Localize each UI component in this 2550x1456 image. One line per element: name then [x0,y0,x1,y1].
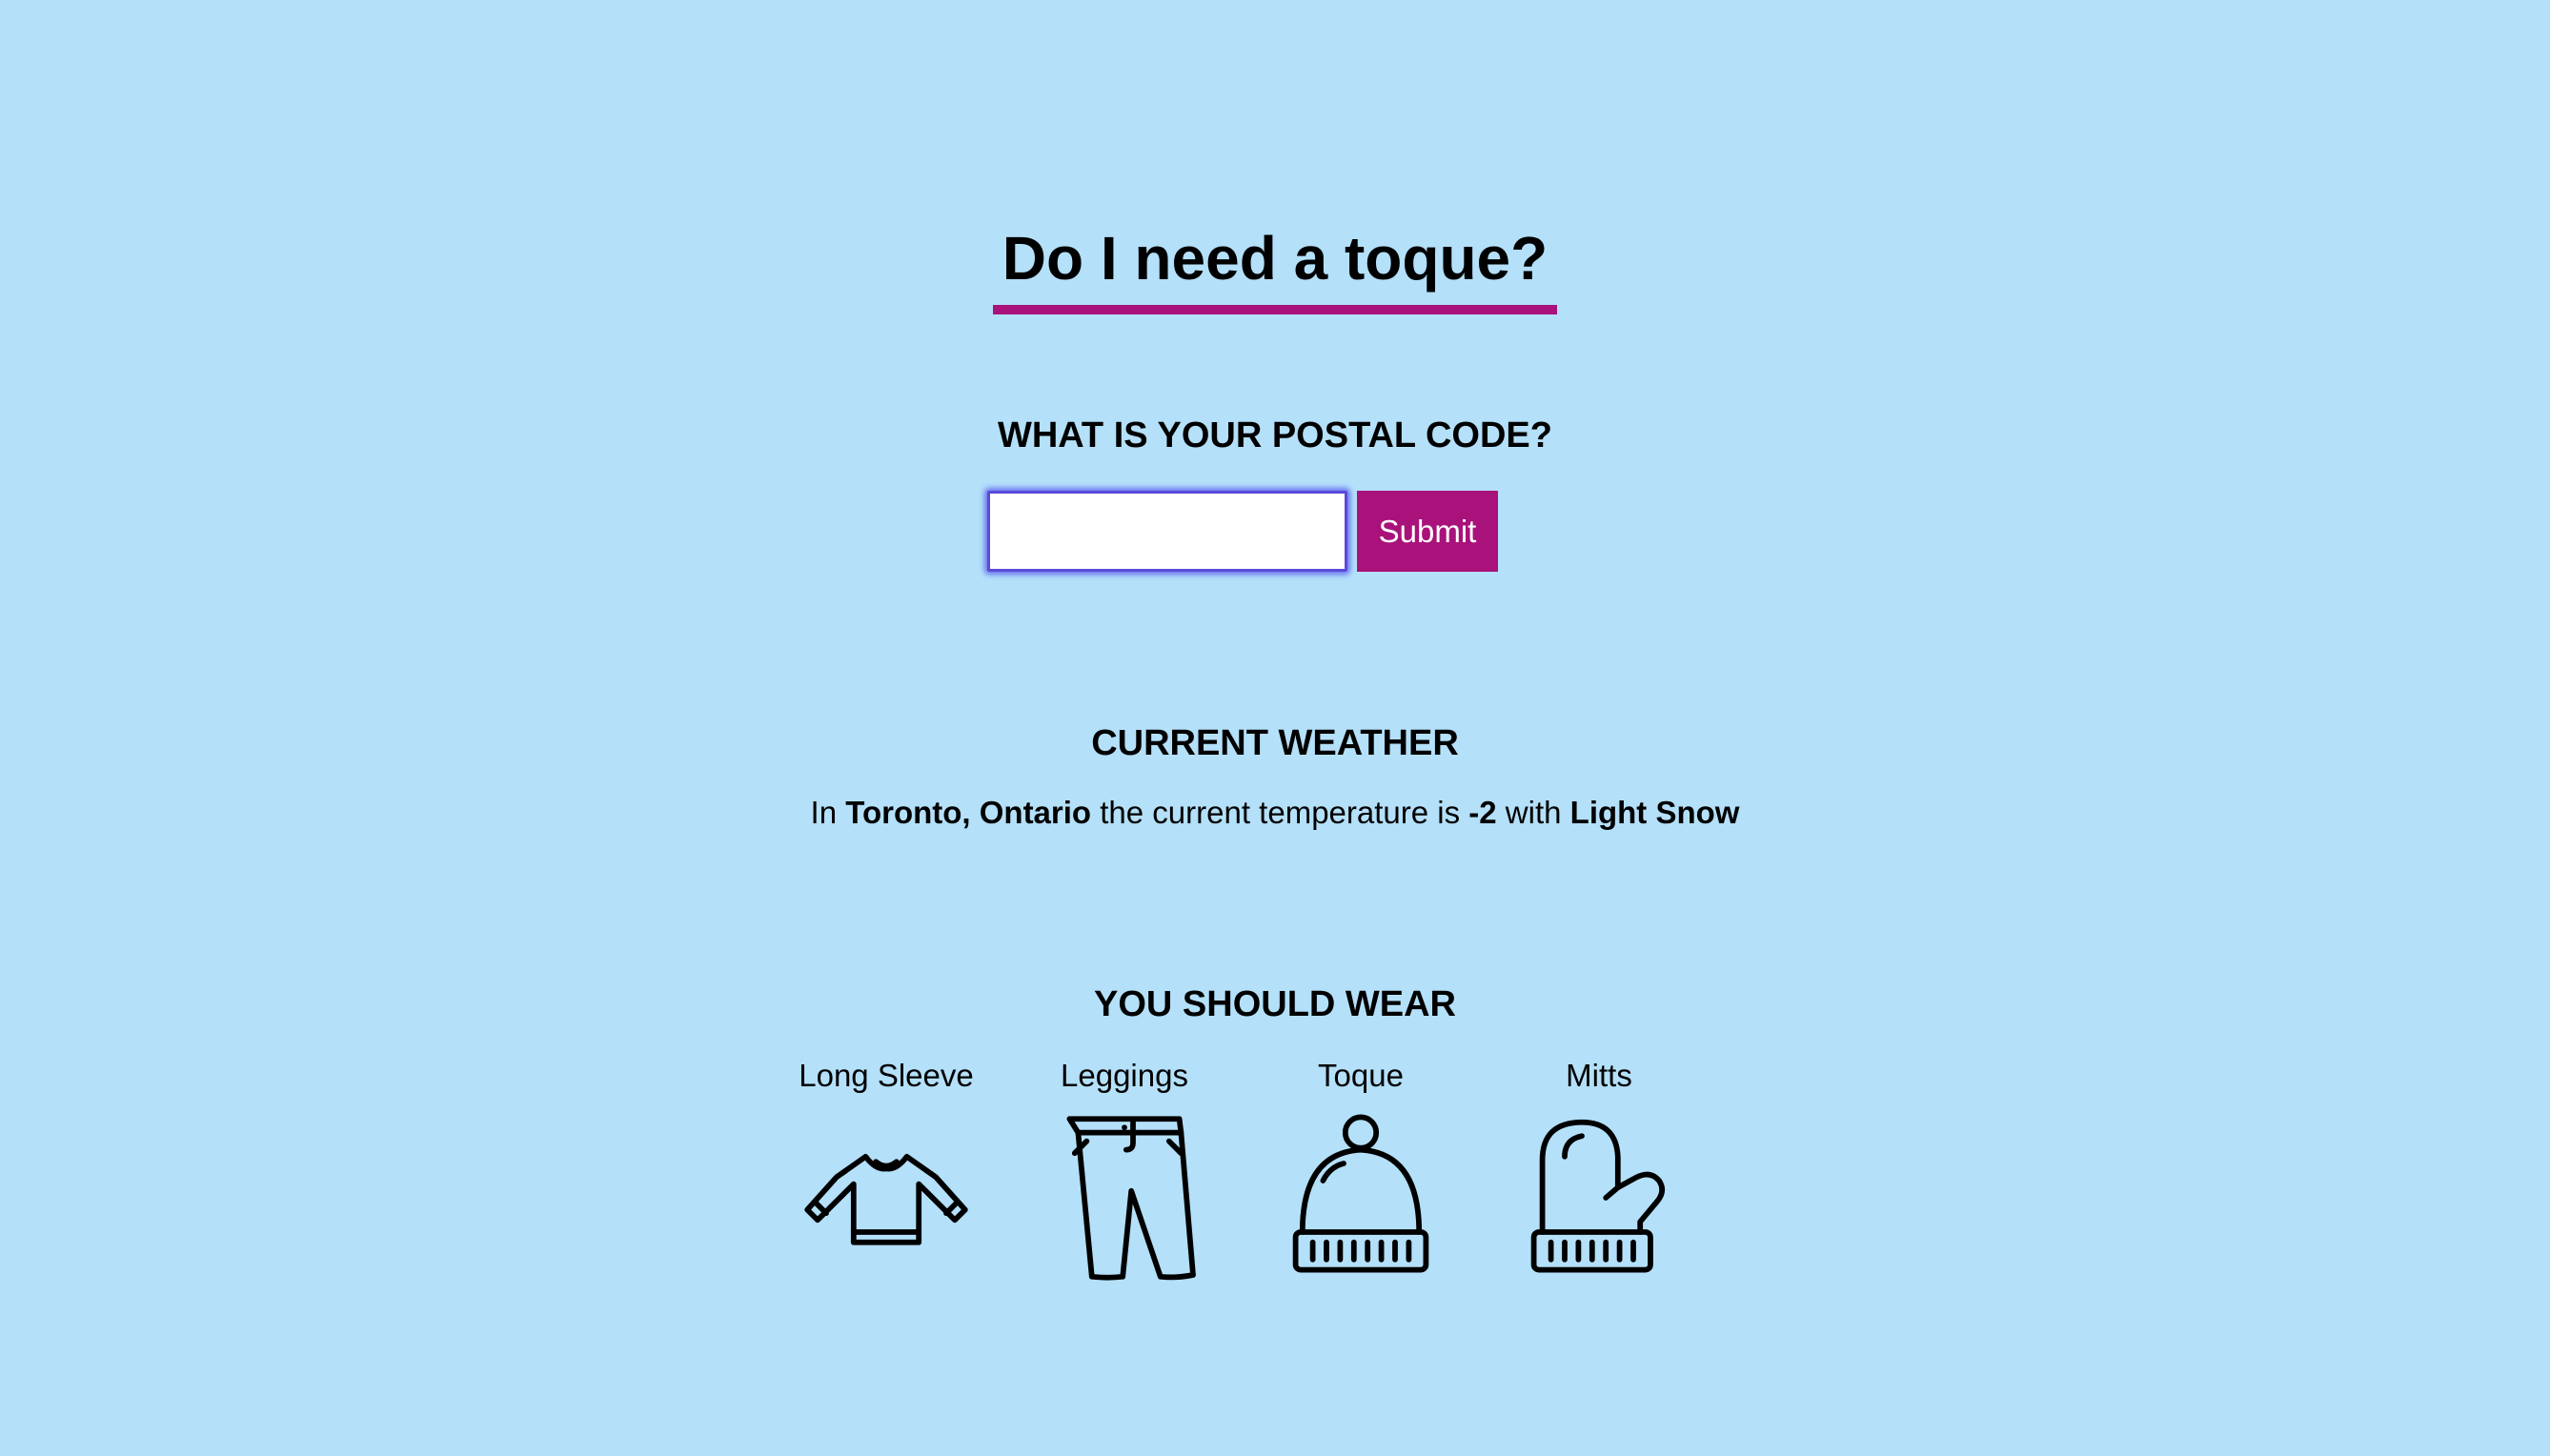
toque-icon [1292,1114,1429,1273]
clothing-item-label: Long Sleeve [799,1058,974,1093]
clothing-item-long-sleeve: Long Sleeve [772,1055,1001,1284]
clothing-item-label: Leggings [1061,1058,1188,1093]
pants-icon [1066,1116,1196,1281]
clothing-item-leggings: Leggings [1010,1055,1239,1284]
postal-code-input[interactable] [987,491,1347,572]
weather-condition: Light Snow [1569,795,1740,830]
clothing-item-mitts: Mitts [1485,1055,1713,1284]
submit-button[interactable]: Submit [1357,491,1498,572]
you-should-wear-heading: YOU SHOULD WEAR [1094,984,1456,1024]
weather-temperature: -2 [1468,795,1497,830]
mitten-icon [1530,1119,1666,1273]
long-sleeve-shirt-icon [804,1153,968,1245]
page: Do I need a toque? WHAT IS YOUR POSTAL C… [0,0,2550,1456]
postal-code-heading: WHAT IS YOUR POSTAL CODE? [998,415,1552,455]
weather-summary: In Toronto, Ontario the current temperat… [0,793,2550,833]
page-title: Do I need a toque? [992,217,1558,314]
weather-middle-text: the current temperature is [1100,795,1461,830]
clothing-item-label: Mitts [1566,1058,1632,1093]
current-weather-heading: CURRENT WEATHER [1091,723,1459,763]
weather-connector: with [1505,795,1562,830]
weather-prefix: In [810,795,838,830]
postal-code-form: Submit [987,491,1498,572]
clothing-item-toque: Toque [1246,1055,1475,1284]
title-wrapper: Do I need a toque? [0,217,2550,314]
weather-location: Toronto, Ontario [845,795,1092,830]
clothing-item-label: Toque [1318,1058,1404,1093]
